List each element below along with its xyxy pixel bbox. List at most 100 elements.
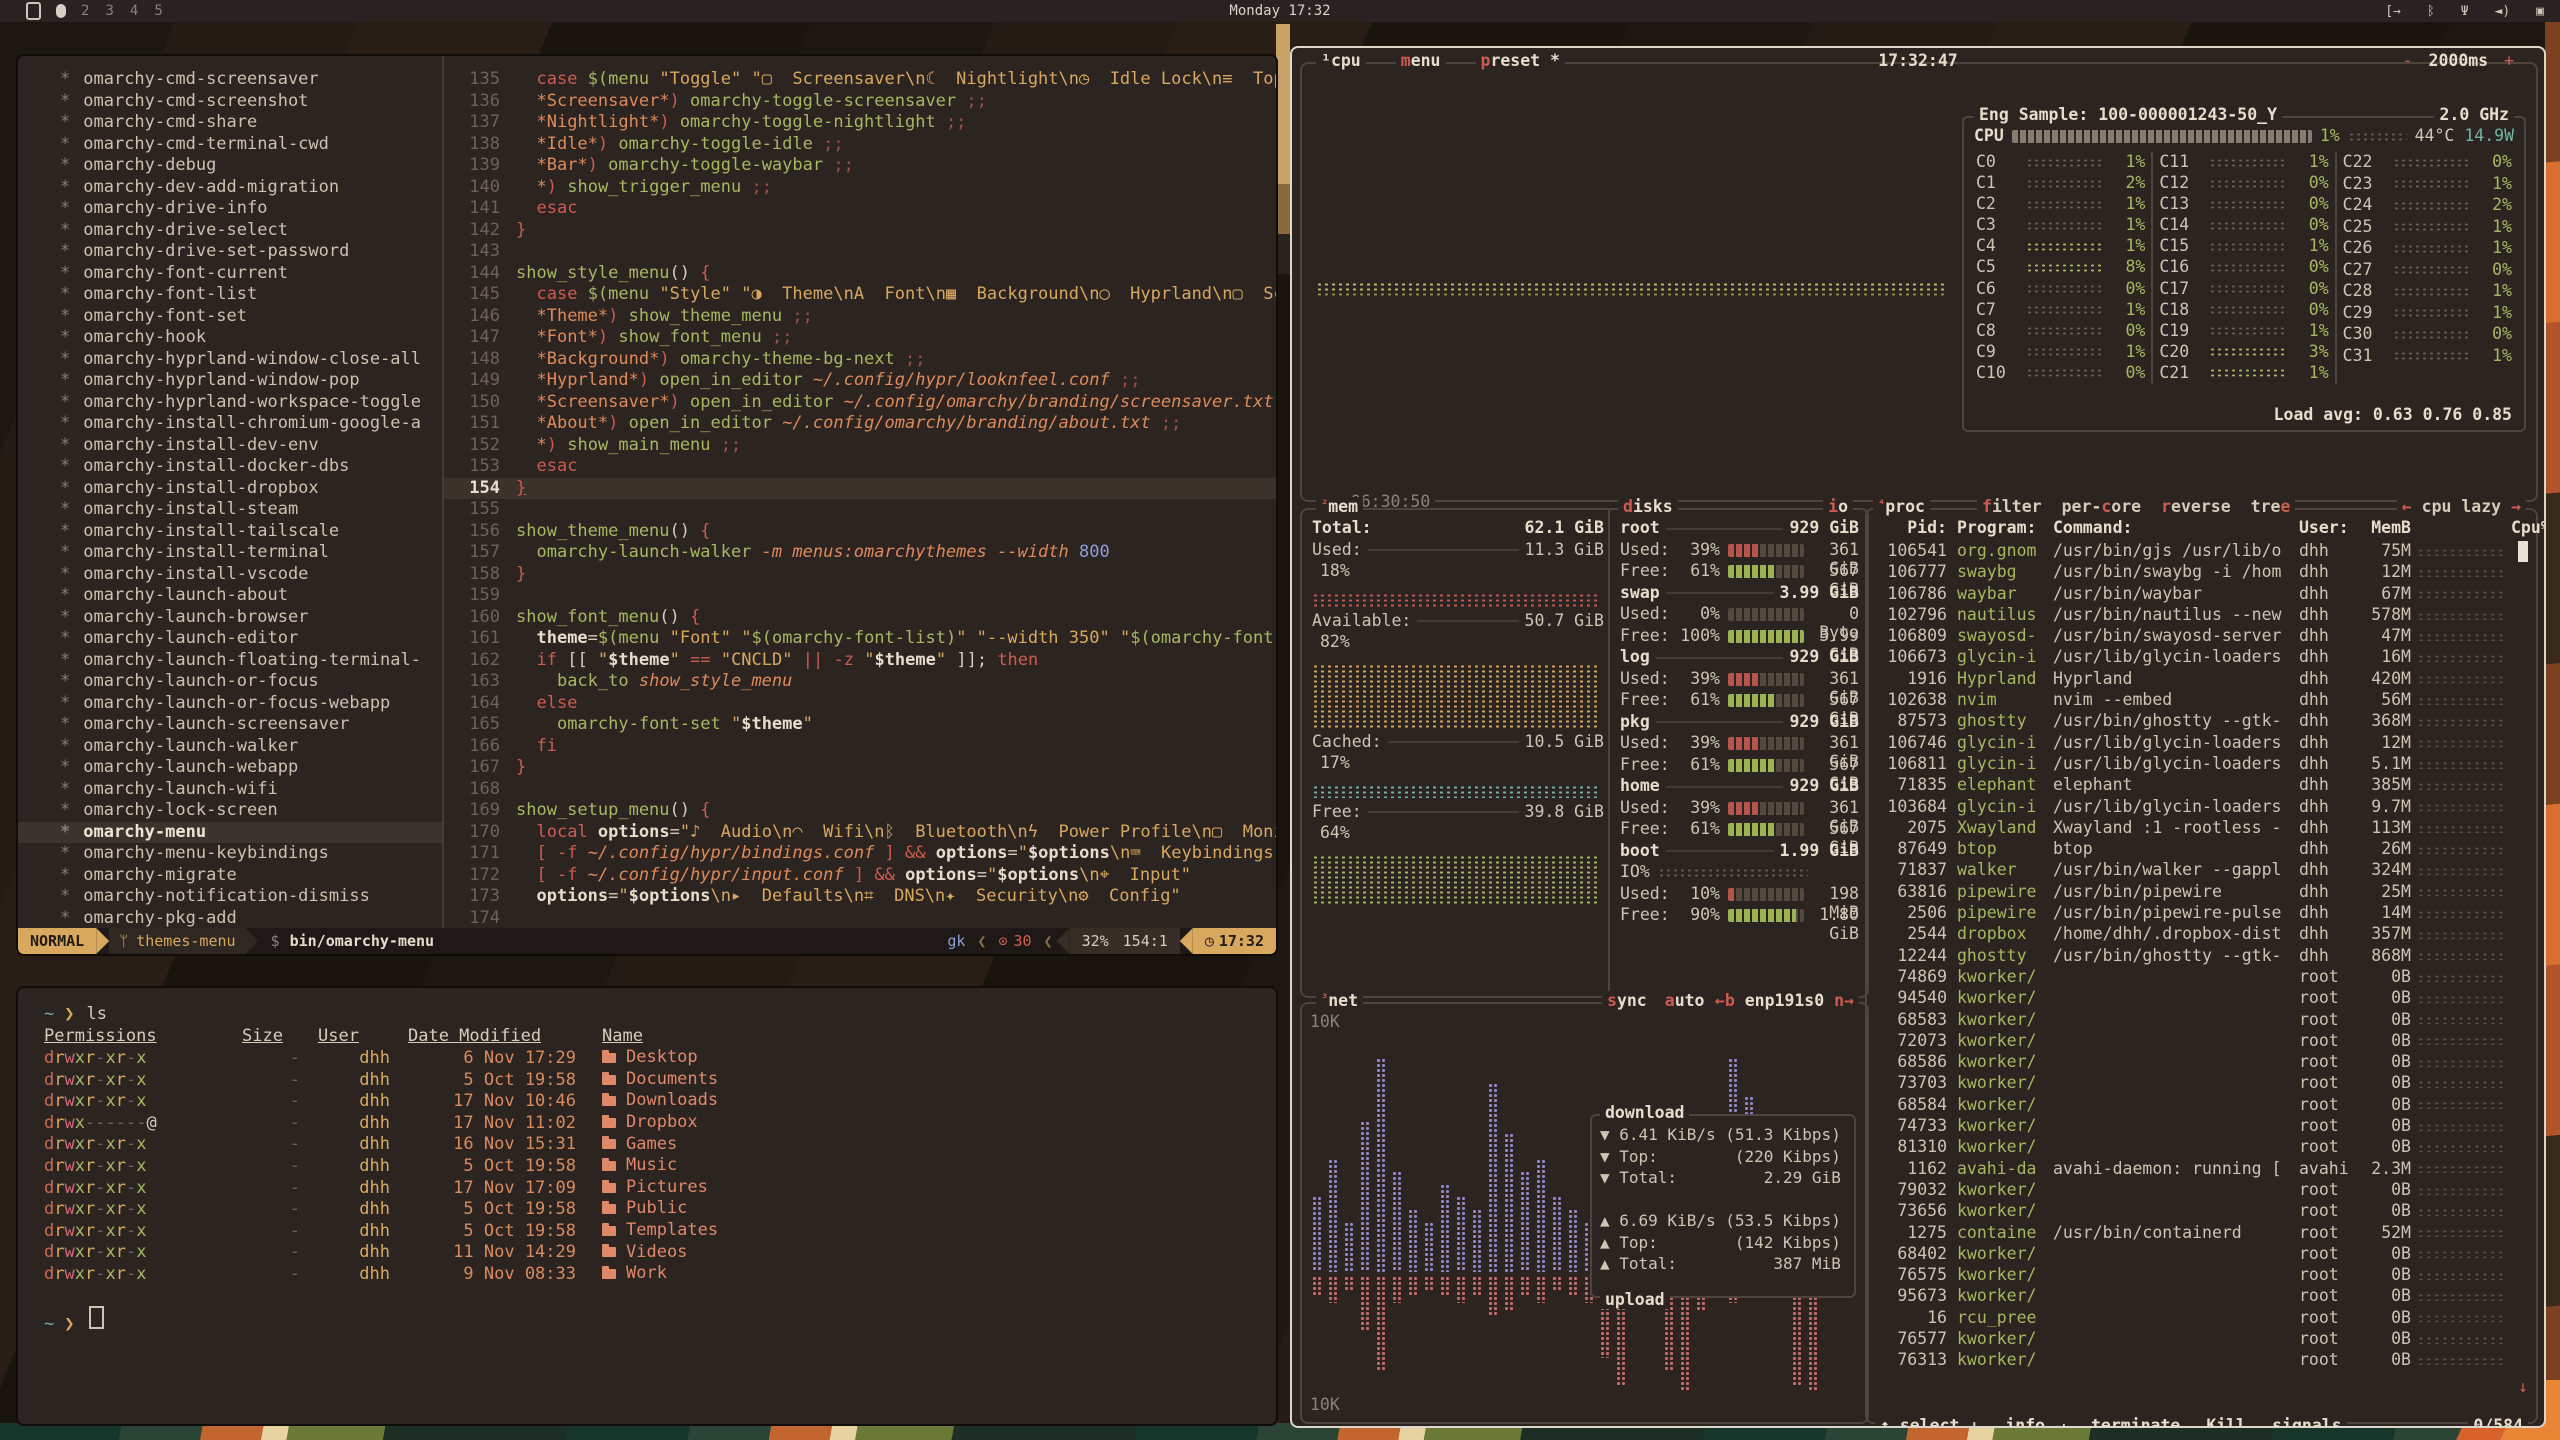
disks-title[interactable]: disks [1618,497,1678,516]
net-tab[interactable]: sync [1607,991,1647,1010]
file-item[interactable]: *omarchy-install-terminal [18,542,442,564]
process-row[interactable]: 81310kworker/root0B0.0 [1875,1137,2510,1158]
file-item[interactable]: *omarchy-pkg-add [18,908,442,929]
file-item[interactable]: *omarchy-launch-wifi [18,779,442,801]
file-item[interactable]: *omarchy-launch-or-focus-webapp [18,693,442,715]
process-row[interactable]: 103684glycin-i/usr/lib/glycin-loadersdhh… [1875,797,2510,818]
file-item[interactable]: *omarchy-cmd-terminal-cwd [18,134,442,156]
process-row[interactable]: 73703kworker/root0B0.0 [1875,1073,2510,1094]
file-item[interactable]: *omarchy-cmd-share [18,112,442,134]
shell-prompt[interactable]: ~❯ [44,1306,1250,1328]
process-row[interactable]: 102796nautilus/usr/bin/nautilus --newdhh… [1875,605,2510,626]
file-item[interactable]: *omarchy-font-list [18,284,442,306]
file-item[interactable]: *omarchy-hook [18,327,442,349]
file-item[interactable]: *omarchy-hyprland-workspace-toggle [18,392,442,414]
proc-action[interactable]: ↑ select ↓ [1880,1416,1979,1428]
shell-prompt[interactable]: ~❯ls [44,1004,1250,1026]
process-row[interactable]: 79032kworker/root0B0.0 [1875,1180,2510,1201]
file-item[interactable]: *omarchy-notification-dismiss [18,886,442,908]
file-item[interactable]: *omarchy-menu [18,822,442,844]
file-item[interactable]: *omarchy-drive-info [18,198,442,220]
process-row[interactable]: 71837walker/usr/bin/walker --gappldhh324… [1875,860,2510,881]
proc-tab[interactable]: per-core [2062,497,2142,516]
file-item[interactable]: *omarchy-install-steam [18,499,442,521]
process-row[interactable]: 102638nvimnvim --embeddhh56M0.0 [1875,690,2510,711]
file-item[interactable]: *omarchy-launch-screensaver [18,714,442,736]
file-item[interactable]: *omarchy-launch-editor [18,628,442,650]
process-row[interactable]: 1162avahi-daavahi-daemon: running [avahi… [1875,1159,2510,1180]
file-item[interactable]: *omarchy-cmd-screensaver [18,69,442,91]
proc-scrollbar[interactable] [2518,541,2528,562]
process-row[interactable]: 72073kworker/root0B0.0 [1875,1031,2510,1052]
process-row[interactable]: 76575kworker/root0B0.0 [1875,1265,2510,1286]
proc-tab[interactable]: tree [2251,497,2291,516]
process-row[interactable]: 68402kworker/root0B0.0 [1875,1244,2510,1265]
file-item[interactable]: *omarchy-drive-set-password [18,241,442,263]
process-row[interactable]: 106541org.gnom/usr/bin/gjs /usr/lib/odhh… [1875,541,2510,562]
file-item[interactable]: *omarchy-install-tailscale [18,521,442,543]
process-row[interactable]: 95673kworker/root0B0.0 [1875,1286,2510,1307]
process-row[interactable]: 68583kworker/root0B0.0 [1875,1010,2510,1031]
file-item[interactable]: *omarchy-cmd-screenshot [18,91,442,113]
file-item[interactable]: *omarchy-install-docker-dbs [18,456,442,478]
proc-action[interactable]: Kill [2206,1416,2246,1428]
process-row[interactable]: 94540kworker/root0B0.0 [1875,988,2510,1009]
file-item[interactable]: *omarchy-install-chromium-google-a [18,413,442,435]
file-item[interactable]: *omarchy-debug [18,155,442,177]
scroll-down-arrow[interactable]: ↓ [2518,1377,2528,1396]
process-row[interactable]: 2544dropbox/home/dhh/.dropbox-distdhh357… [1875,924,2510,945]
file-item[interactable]: *omarchy-font-current [18,263,442,285]
process-row[interactable]: 73656kworker/root0B0.0 [1875,1201,2510,1222]
file-tree[interactable]: *omarchy-cmd-screensaver*omarchy-cmd-scr… [18,56,442,928]
process-row[interactable]: 74869kworker/root0B0.0 [1875,967,2510,988]
process-row[interactable]: 106746glycin-i/usr/lib/glycin-loadersdhh… [1875,733,2510,754]
mem-title[interactable]: ²mem [1316,497,1363,516]
process-row[interactable]: 71835elephantelephantdhh385M0.0 [1875,775,2510,796]
file-item[interactable]: *omarchy-menu-keybindings [18,843,442,865]
process-row[interactable]: 76577kworker/root0B0.0 [1875,1329,2510,1350]
proc-sort[interactable]: ← cpu lazy → [2397,497,2526,516]
io-tab[interactable]: io [1823,497,1853,516]
process-row[interactable]: 106673glycin-i/usr/lib/glycin-loadersdhh… [1875,647,2510,668]
file-item[interactable]: *omarchy-launch-webapp [18,757,442,779]
file-item[interactable]: *omarchy-launch-floating-terminal- [18,650,442,672]
file-item[interactable]: *omarchy-install-dropbox [18,478,442,500]
file-item[interactable]: *omarchy-font-set [18,306,442,328]
proc-action[interactable]: signals [2272,1416,2342,1428]
file-item[interactable]: *omarchy-lock-screen [18,800,442,822]
proc-action[interactable]: info ↵ [2005,1416,2065,1428]
file-item[interactable]: *omarchy-hyprland-window-close-all [18,349,442,371]
file-item[interactable]: *omarchy-launch-walker [18,736,442,758]
file-item[interactable]: *omarchy-launch-about [18,585,442,607]
net-tab[interactable]: auto [1665,991,1705,1010]
process-row[interactable]: 106786waybar/usr/bin/waybardhh67M0.0 [1875,584,2510,605]
process-row[interactable]: 74733kworker/root0B0.0 [1875,1116,2510,1137]
file-item[interactable]: *omarchy-dev-add-migration [18,177,442,199]
process-row[interactable]: 2506pipewire/usr/bin/pipewire-pulsedhh14… [1875,903,2510,924]
file-item[interactable]: *omarchy-hyprland-window-pop [18,370,442,392]
process-row[interactable]: 68584kworker/root0B0.0 [1875,1095,2510,1116]
file-item[interactable]: *omarchy-launch-browser [18,607,442,629]
file-item[interactable]: *omarchy-install-vscode [18,564,442,586]
proc-tab[interactable]: filter [1982,497,2042,516]
update-interval[interactable]: - 2000ms + [2403,51,2514,70]
file-item[interactable]: *omarchy-install-dev-env [18,435,442,457]
process-row[interactable]: 106777swaybg/usr/bin/swaybg -i /homdhh12… [1875,562,2510,583]
process-row[interactable]: 1275containe/usr/bin/containerdroot52M0.… [1875,1223,2510,1244]
proc-tab[interactable]: reverse [2161,497,2231,516]
process-row[interactable]: 76313kworker/root0B0.0 [1875,1350,2510,1371]
file-item[interactable]: *omarchy-drive-select [18,220,442,242]
terminal-window[interactable]: ~❯lsPermissionsSizeUserDate ModifiedName… [16,986,1278,1426]
file-item[interactable]: *omarchy-migrate [18,865,442,887]
process-row[interactable]: 87573ghostty/usr/bin/ghostty --gtk-dhh36… [1875,711,2510,732]
net-interface[interactable]: ←b enp191s0 n→ [1710,991,1859,1010]
process-row[interactable]: 87649btopbtopdhh26M0.0 [1875,839,2510,860]
process-row[interactable]: 16rcu_preeroot0B0.0 [1875,1308,2510,1329]
process-row[interactable]: 68586kworker/root0B0.0 [1875,1052,2510,1073]
code-editor[interactable]: 135 case $(menu "Toggle" "▢ Screensaver\… [444,56,1276,928]
process-row[interactable]: 12244ghostty/usr/bin/ghostty --gtk-dhh86… [1875,946,2510,967]
process-row[interactable]: 1916HyprlandHyprlanddhh420M0.0 [1875,669,2510,690]
file-item[interactable]: *omarchy-launch-or-focus [18,671,442,693]
proc-action[interactable]: terminate [2091,1416,2180,1428]
process-row[interactable]: 106809swayosd-/usr/bin/swayosd-serverdhh… [1875,626,2510,647]
